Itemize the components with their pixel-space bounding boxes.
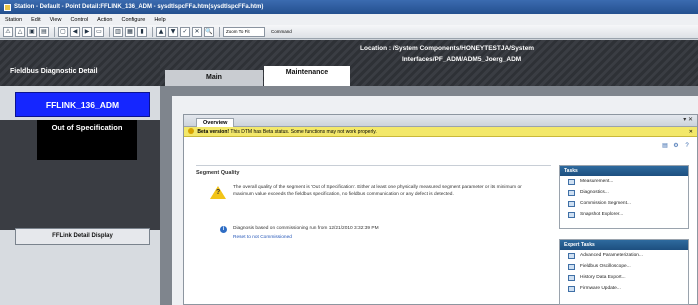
warning-exclamation-icon: ? xyxy=(216,189,221,196)
display-icon[interactable]: ▤ xyxy=(39,26,49,37)
warning-icon xyxy=(188,128,194,134)
pin-close-icon[interactable]: ▾ ✕ xyxy=(683,116,693,123)
beta-label: Beta version! xyxy=(197,129,230,135)
task-diagnostics[interactable]: Diagnostics... xyxy=(560,187,688,198)
help-icon[interactable]: ? xyxy=(683,142,691,150)
tab-overview[interactable]: Overview xyxy=(196,118,235,127)
task-label: Measurement... xyxy=(580,179,614,184)
task-commission-segment[interactable]: Commission Segment... xyxy=(560,198,688,209)
task-label: Snapshot Explorer... xyxy=(580,212,624,217)
window-title: Station - Default - Point Detail:FFLINK_… xyxy=(14,4,264,10)
summary-icon[interactable]: ▣ xyxy=(27,26,37,37)
checkmark-icon[interactable]: ✓ xyxy=(180,26,190,37)
task-icon xyxy=(568,274,575,281)
alarm-icon[interactable]: ⚠ xyxy=(3,26,13,37)
window-title-bar: Station - Default - Point Detail:FFLINK_… xyxy=(0,0,698,14)
station-app-icon xyxy=(4,3,11,11)
print-icon[interactable]: ▥ xyxy=(113,26,123,37)
beta-text: This DTM has Beta status. Some functions… xyxy=(230,129,377,135)
overview-tab-bar: Overview ▾ ✕ xyxy=(184,115,697,127)
task-icon xyxy=(568,189,575,196)
toolbar-separator xyxy=(219,26,220,37)
expert-firmware-update[interactable]: Firmware Update... xyxy=(560,283,688,294)
dtm-window: Overview ▾ ✕ Beta version! This DTM has … xyxy=(183,114,698,305)
left-panel-header: Fieldbus Diagnostic Detail xyxy=(0,40,160,86)
list-icon[interactable]: ▤ xyxy=(661,142,669,150)
menu-configure[interactable]: Configure xyxy=(121,17,145,23)
trend-icon[interactable]: ▮ xyxy=(137,26,147,37)
close-icon[interactable]: ✕ xyxy=(689,127,693,137)
device-status: Out of Specification xyxy=(37,120,137,160)
task-label: History Data Export... xyxy=(580,275,626,280)
expert-history-data-export[interactable]: History Data Export... xyxy=(560,272,688,283)
dtm-toolbar: ▤ ⚙ ? xyxy=(658,142,691,150)
toolbar-separator xyxy=(109,26,110,37)
menu-action[interactable]: Action xyxy=(97,17,112,23)
segment-quality-text: The overall quality of the segment is 'O… xyxy=(233,185,522,197)
task-label: Advanced Parameterization... xyxy=(580,253,643,258)
task-snapshot-explorer[interactable]: Snapshot Explorer... xyxy=(560,209,688,220)
task-icon xyxy=(568,211,575,218)
menu-help[interactable]: Help xyxy=(154,17,165,23)
window-icon[interactable]: ▭ xyxy=(94,26,104,37)
tab-main[interactable]: Main xyxy=(165,70,263,86)
toolbar: ⚠ △ ▣ ▤ ▢ ◀ ▶ ▭ ▥ ▦ ▮ ▲ ▼ ✓ ✕ 🔍 Zoom To … xyxy=(0,25,698,39)
expert-fieldbus-oscilloscope[interactable]: Fieldbus Oscilloscope... xyxy=(560,261,688,272)
beta-warning-bar: Beta version! This DTM has Beta status. … xyxy=(184,127,697,137)
reset-commissioned-link[interactable]: Reset to not Commissioned xyxy=(233,235,292,240)
task-icon xyxy=(568,252,575,259)
expert-advanced-parameterization[interactable]: Advanced Parameterization... xyxy=(560,250,688,261)
toolbar-separator xyxy=(54,26,55,37)
triangle-icon[interactable]: △ xyxy=(15,26,25,37)
menu-view[interactable]: View xyxy=(50,17,62,23)
cross-icon[interactable]: ✕ xyxy=(192,26,202,37)
menu-bar: Station Edit View Control Action Configu… xyxy=(0,14,698,25)
forward-icon[interactable]: ▶ xyxy=(82,26,92,37)
task-measurement[interactable]: Measurement... xyxy=(560,176,688,187)
task-icon xyxy=(568,178,575,185)
task-label: Commission Segment... xyxy=(580,201,631,206)
diagnosis-text: Diagnosis based on commissioning run fro… xyxy=(233,226,379,231)
grid-icon[interactable]: ▦ xyxy=(125,26,135,37)
task-icon xyxy=(568,263,575,270)
location-line-1: Location : /System Components/HONEYTESTJ… xyxy=(360,45,535,52)
task-icon xyxy=(568,200,575,207)
segment-quality-title: Segment Quality xyxy=(196,170,240,176)
command-label: Command xyxy=(271,28,292,34)
down-arrow-icon[interactable]: ▼ xyxy=(168,26,178,37)
task-label: Diagnostics... xyxy=(580,190,609,195)
task-label: Firmware Update... xyxy=(580,286,621,291)
menu-edit[interactable]: Edit xyxy=(31,17,40,23)
settings-icon[interactable]: ⚙ xyxy=(672,142,680,150)
menu-station[interactable]: Station xyxy=(5,17,22,23)
zoom-icon[interactable]: 🔍 xyxy=(204,26,214,37)
segment-quality-section: Segment Quality ? The overall quality of… xyxy=(196,165,551,285)
expert-tasks-title: Expert Tasks xyxy=(560,240,688,250)
up-arrow-icon[interactable]: ▲ xyxy=(156,26,166,37)
tasks-title: Tasks xyxy=(560,166,688,176)
page-icon[interactable]: ▢ xyxy=(58,26,68,37)
fflink-detail-display-button[interactable]: FFLink Detail Display xyxy=(15,228,150,245)
task-label: Fieldbus Oscilloscope... xyxy=(580,264,631,269)
toolbar-separator xyxy=(152,26,153,37)
back-icon[interactable]: ◀ xyxy=(70,26,80,37)
task-icon xyxy=(568,285,575,292)
info-icon: i xyxy=(220,226,227,233)
tasks-panel: Tasks Measurement... Diagnostics... Comm… xyxy=(559,165,689,229)
main-header: Location : /System Components/HONEYTESTJ… xyxy=(160,40,698,86)
location-line-2: Interfaces/PF_ADM/ADM5_Joerg_ADM xyxy=(402,56,522,63)
expert-tasks-panel: Expert Tasks Advanced Parameterization..… xyxy=(559,239,689,305)
menu-control[interactable]: Control xyxy=(70,17,88,23)
left-panel: Fieldbus Diagnostic Detail FFLINK_136_AD… xyxy=(0,40,160,305)
location-breadcrumb: Location : /System Components/HONEYTESTJ… xyxy=(360,43,640,65)
device-name-button[interactable]: FFLINK_136_ADM xyxy=(15,92,150,117)
zoom-select[interactable]: Zoom To Fit xyxy=(223,26,265,37)
tab-maintenance[interactable]: Maintenance xyxy=(264,66,350,86)
